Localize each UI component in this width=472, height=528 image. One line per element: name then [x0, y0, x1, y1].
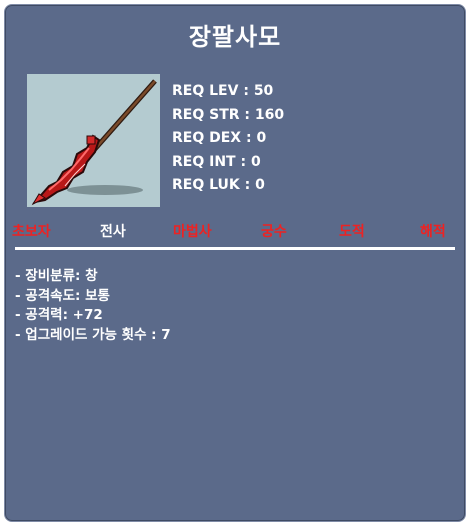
item-tooltip: 장팔사모 REQ LEV : 50 REQ STR : 160 REQ DEX …: [4, 4, 466, 522]
req-lev: REQ LEV : 50: [172, 83, 274, 99]
class-beginner: 초보자: [12, 224, 51, 240]
detail-category: - 장비분류: 창: [15, 268, 98, 284]
item-name: 장팔사모: [188, 23, 282, 51]
req-str: REQ STR : 160: [172, 106, 285, 123]
req-luk: REQ LUK : 0: [172, 177, 265, 194]
class-bowman: 궁수: [261, 224, 287, 240]
class-pirate: 해적: [420, 224, 446, 240]
detail-attack: - 공격력: +72: [15, 307, 103, 323]
item-details: - 장비분류: 창 - 공격속도: 보통 - 공격력: +72 - 업그레이드 …: [15, 267, 171, 345]
detail-attack-speed: - 공격속도: 보통: [15, 287, 110, 304]
requirements-list: REQ LEV : 50 REQ STR : 160 REQ DEX : 0 R…: [172, 80, 284, 198]
req-dex: REQ DEX : 0: [172, 130, 267, 147]
item-icon-frame: [27, 74, 160, 207]
class-warrior: 전사: [100, 224, 126, 240]
class-list: 초보자 전사 마법사 궁수 도적 해적: [5, 221, 465, 243]
spear-icon: [31, 79, 157, 206]
class-thief: 도적: [339, 224, 365, 240]
divider: [15, 247, 455, 250]
req-int: REQ INT : 0: [172, 153, 261, 170]
detail-upgrades: - 업그레이드 가능 횟수 : 7: [15, 326, 171, 343]
class-magician: 마법사: [173, 224, 212, 240]
